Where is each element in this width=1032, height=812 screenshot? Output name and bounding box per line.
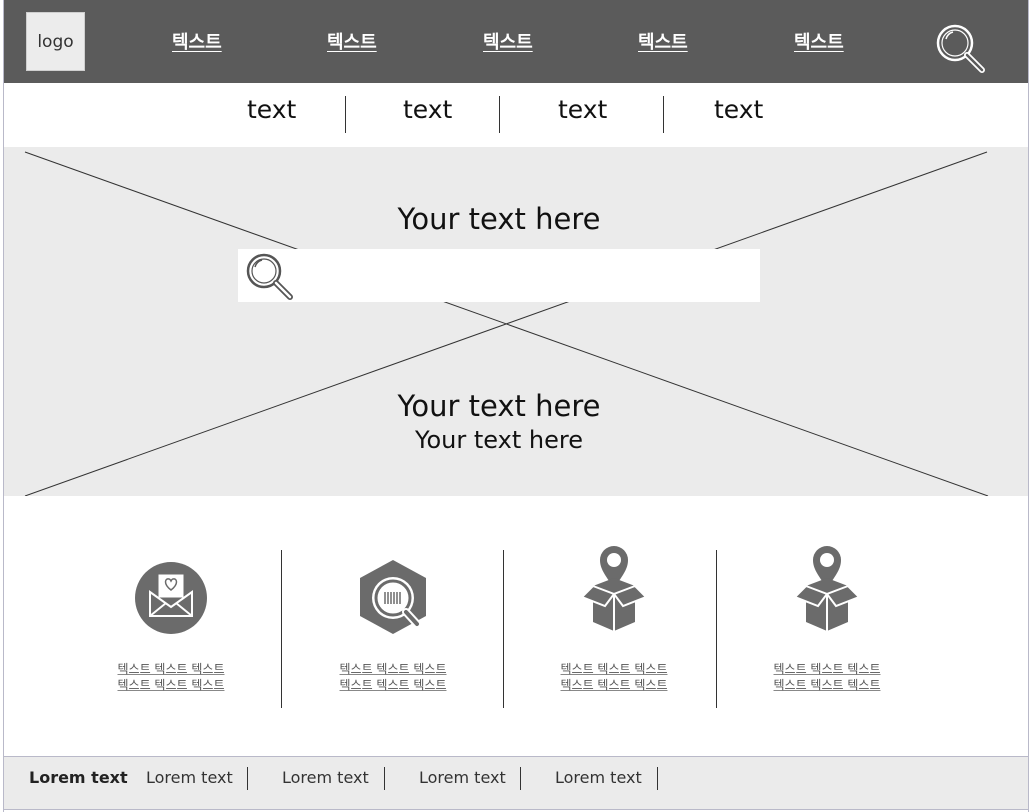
top-navigation-bar: logo 텍스트 텍스트 텍스트 텍스트 텍스트 [4,0,1028,83]
subnav-divider [345,96,346,133]
feature-text-line: 텍스트 텍스트 텍스트 [560,662,668,676]
feature-item-3[interactable]: 텍스트 텍스트 텍스트 텍스트 텍스트 텍스트 [534,540,694,692]
subnav-divider [663,96,664,133]
hero-banner: Your text here Your text here Your text … [4,147,1028,496]
feature-divider [281,550,282,708]
feature-text: 텍스트 텍스트 텍스트 텍스트 텍스트 텍스트 [747,661,907,693]
subnav-item-2[interactable]: text [403,95,452,124]
hero-subheadline: Your text here [415,426,583,454]
hero-headline: Your text here [397,389,601,423]
feature-item-4[interactable]: 텍스트 텍스트 텍스트 텍스트 텍스트 텍스트 [747,540,907,692]
box-location-icon [580,546,648,631]
nav-item-5[interactable]: 텍스트 [794,28,844,54]
footer-link-2[interactable]: Lorem text [146,768,233,787]
love-letter-icon [135,562,207,634]
subnav-item-4[interactable]: text [714,95,763,124]
nav-item-2[interactable]: 텍스트 [327,28,377,54]
feature-text-line: 텍스트 텍스트 텍스트 [339,678,447,692]
feature-item-1[interactable]: 텍스트 텍스트 텍스트 텍스트 텍스트 텍스트 [91,540,251,692]
search-icon[interactable] [934,22,988,76]
hero-title: Your text here [397,202,601,236]
box-location-icon [793,546,861,631]
subnav-item-1[interactable]: text [247,95,296,124]
feature-text-line: 텍스트 텍스트 텍스트 [339,662,447,676]
feature-text-line: 텍스트 텍스트 텍스트 [117,662,225,676]
feature-text-line: 텍스트 텍스트 텍스트 [117,678,225,692]
footer-link-3[interactable]: Lorem text [282,768,369,787]
nav-item-3[interactable]: 텍스트 [483,28,533,54]
feature-divider [503,550,504,708]
footer-link-1[interactable]: Lorem text [29,768,128,787]
hero-search-input[interactable] [238,249,760,302]
feature-text-line: 텍스트 텍스트 텍스트 [773,678,881,692]
nav-item-4[interactable]: 텍스트 [638,28,688,54]
barcode-search-icon [360,560,426,634]
feature-text: 텍스트 텍스트 텍스트 텍스트 텍스트 텍스트 [534,661,694,693]
feature-divider [716,550,717,708]
subnav-item-3[interactable]: text [558,95,607,124]
footer-divider [247,767,248,790]
footer-bar: Lorem text Lorem text Lorem text Lorem t… [3,756,1029,810]
subnav-divider [499,96,500,133]
search-icon[interactable] [244,251,296,303]
footer-divider [657,767,658,790]
feature-text-line: 텍스트 텍스트 텍스트 [560,678,668,692]
footer-link-5[interactable]: Lorem text [555,768,642,787]
footer-divider [520,767,521,790]
footer-divider [384,767,385,790]
feature-text: 텍스트 텍스트 텍스트 텍스트 텍스트 텍스트 [91,661,251,693]
nav-item-1[interactable]: 텍스트 [172,28,222,54]
logo[interactable]: logo [26,12,85,71]
feature-text-line: 텍스트 텍스트 텍스트 [773,662,881,676]
feature-text: 텍스트 텍스트 텍스트 텍스트 텍스트 텍스트 [313,661,473,693]
feature-item-2[interactable]: 텍스트 텍스트 텍스트 텍스트 텍스트 텍스트 [313,540,473,692]
footer-link-4[interactable]: Lorem text [419,768,506,787]
